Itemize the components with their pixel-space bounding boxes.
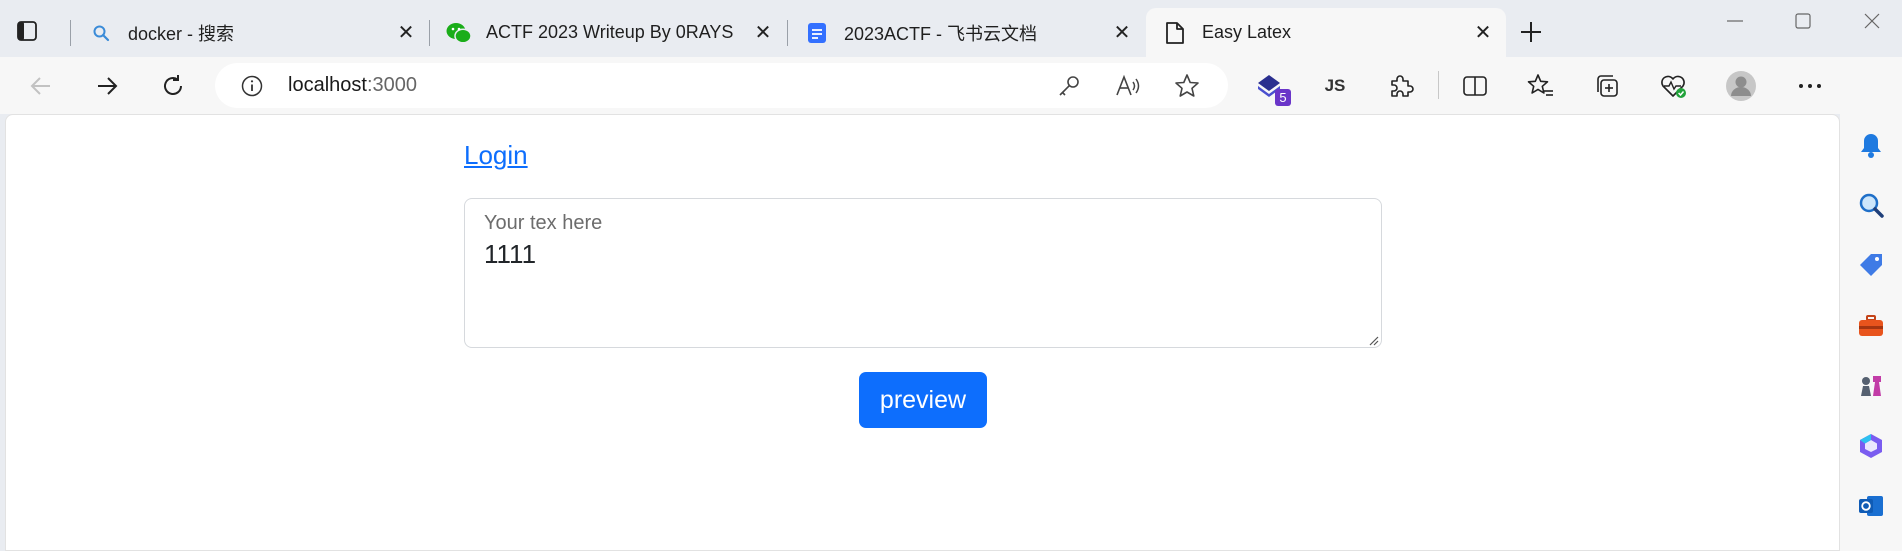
resize-handle-icon[interactable] — [1367, 333, 1379, 346]
more-options-icon[interactable] — [1794, 70, 1826, 102]
profile-avatar-icon[interactable] — [1725, 70, 1757, 102]
sidebar-search-icon[interactable] — [1855, 189, 1887, 221]
url-port: :3000 — [366, 74, 417, 96]
tab-actions-icon[interactable] — [14, 18, 40, 44]
close-icon[interactable]: ✕ — [1109, 20, 1135, 46]
refresh-icon[interactable] — [157, 70, 189, 102]
tex-field-value[interactable]: 1111 — [484, 239, 536, 270]
microsoft-365-icon[interactable] — [1855, 430, 1887, 462]
search-icon — [88, 20, 114, 46]
close-icon[interactable]: ✕ — [750, 20, 776, 46]
read-aloud-icon[interactable] — [1114, 72, 1142, 100]
extension-stack-icon[interactable]: 5 — [1253, 70, 1291, 106]
split-screen-icon[interactable] — [1459, 70, 1491, 102]
window-close-icon[interactable] — [1842, 6, 1902, 36]
wechat-icon — [446, 20, 472, 46]
tab-title: docker - 搜索 — [128, 23, 235, 44]
toolbar-divider — [1438, 71, 1439, 99]
maximize-icon[interactable] — [1773, 6, 1833, 36]
page-icon — [1162, 20, 1188, 46]
extension-badge: 5 — [1275, 89, 1291, 106]
address-bar[interactable]: localhost:3000 — [215, 63, 1228, 108]
tab-docker-search[interactable]: docker - 搜索 ✕ — [72, 8, 429, 57]
page-viewport: Login Your tex here 1111 preview — [5, 114, 1840, 551]
new-tab-icon[interactable] — [1517, 18, 1545, 46]
tab-strip: docker - 搜索 ✕ ACTF 2023 Writeup By 0RAYS… — [0, 0, 1902, 57]
close-icon[interactable]: ✕ — [393, 20, 419, 46]
favorites-icon[interactable] — [1525, 70, 1557, 102]
outlook-icon[interactable] — [1855, 490, 1887, 522]
js-extension-icon[interactable]: JS — [1319, 70, 1351, 102]
js-label: JS — [1324, 76, 1346, 95]
shopping-tag-icon[interactable] — [1855, 249, 1887, 281]
favorite-star-icon[interactable] — [1173, 72, 1201, 100]
navigation-toolbar: localhost:3000 5 JS — [0, 57, 1902, 114]
tex-field-label: Your tex here — [484, 212, 603, 234]
login-link[interactable]: Login — [464, 140, 528, 171]
right-sidebar — [1840, 57, 1902, 551]
tex-input-area[interactable]: Your tex here 1111 — [464, 198, 1382, 348]
forward-icon[interactable] — [91, 70, 123, 102]
collections-icon[interactable] — [1591, 70, 1623, 102]
games-chess-icon[interactable] — [1855, 370, 1887, 402]
tab-separator — [70, 20, 71, 46]
document-icon — [804, 20, 830, 46]
extensions-puzzle-icon[interactable] — [1385, 70, 1417, 102]
tab-title: ACTF 2023 Writeup By 0RAYS — [486, 22, 734, 42]
browser-essentials-icon[interactable] — [1657, 70, 1689, 102]
minimize-icon[interactable] — [1705, 6, 1765, 36]
back-icon[interactable] — [25, 70, 57, 102]
browser-window: docker - 搜索 ✕ ACTF 2023 Writeup By 0RAYS… — [0, 0, 1902, 551]
preview-button[interactable]: preview — [859, 372, 987, 428]
site-info-icon[interactable] — [240, 74, 264, 98]
url-host: localhost — [288, 74, 367, 96]
close-icon[interactable]: ✕ — [1470, 20, 1496, 46]
url-text[interactable]: localhost:3000 — [288, 74, 417, 97]
notifications-bell-icon[interactable] — [1855, 129, 1887, 161]
tools-briefcase-icon[interactable] — [1855, 310, 1887, 342]
tab-easy-latex[interactable]: Easy Latex ✕ — [1146, 8, 1506, 57]
key-icon[interactable] — [1055, 72, 1083, 100]
tab-actf-writeup[interactable]: ACTF 2023 Writeup By 0RAYS ✕ — [430, 8, 786, 57]
tab-title: Easy Latex — [1202, 22, 1292, 42]
tab-title: 2023ACTF - 飞书云文档 — [844, 23, 1038, 44]
tab-feishu-doc[interactable]: 2023ACTF - 飞书云文档 ✕ — [788, 8, 1145, 57]
